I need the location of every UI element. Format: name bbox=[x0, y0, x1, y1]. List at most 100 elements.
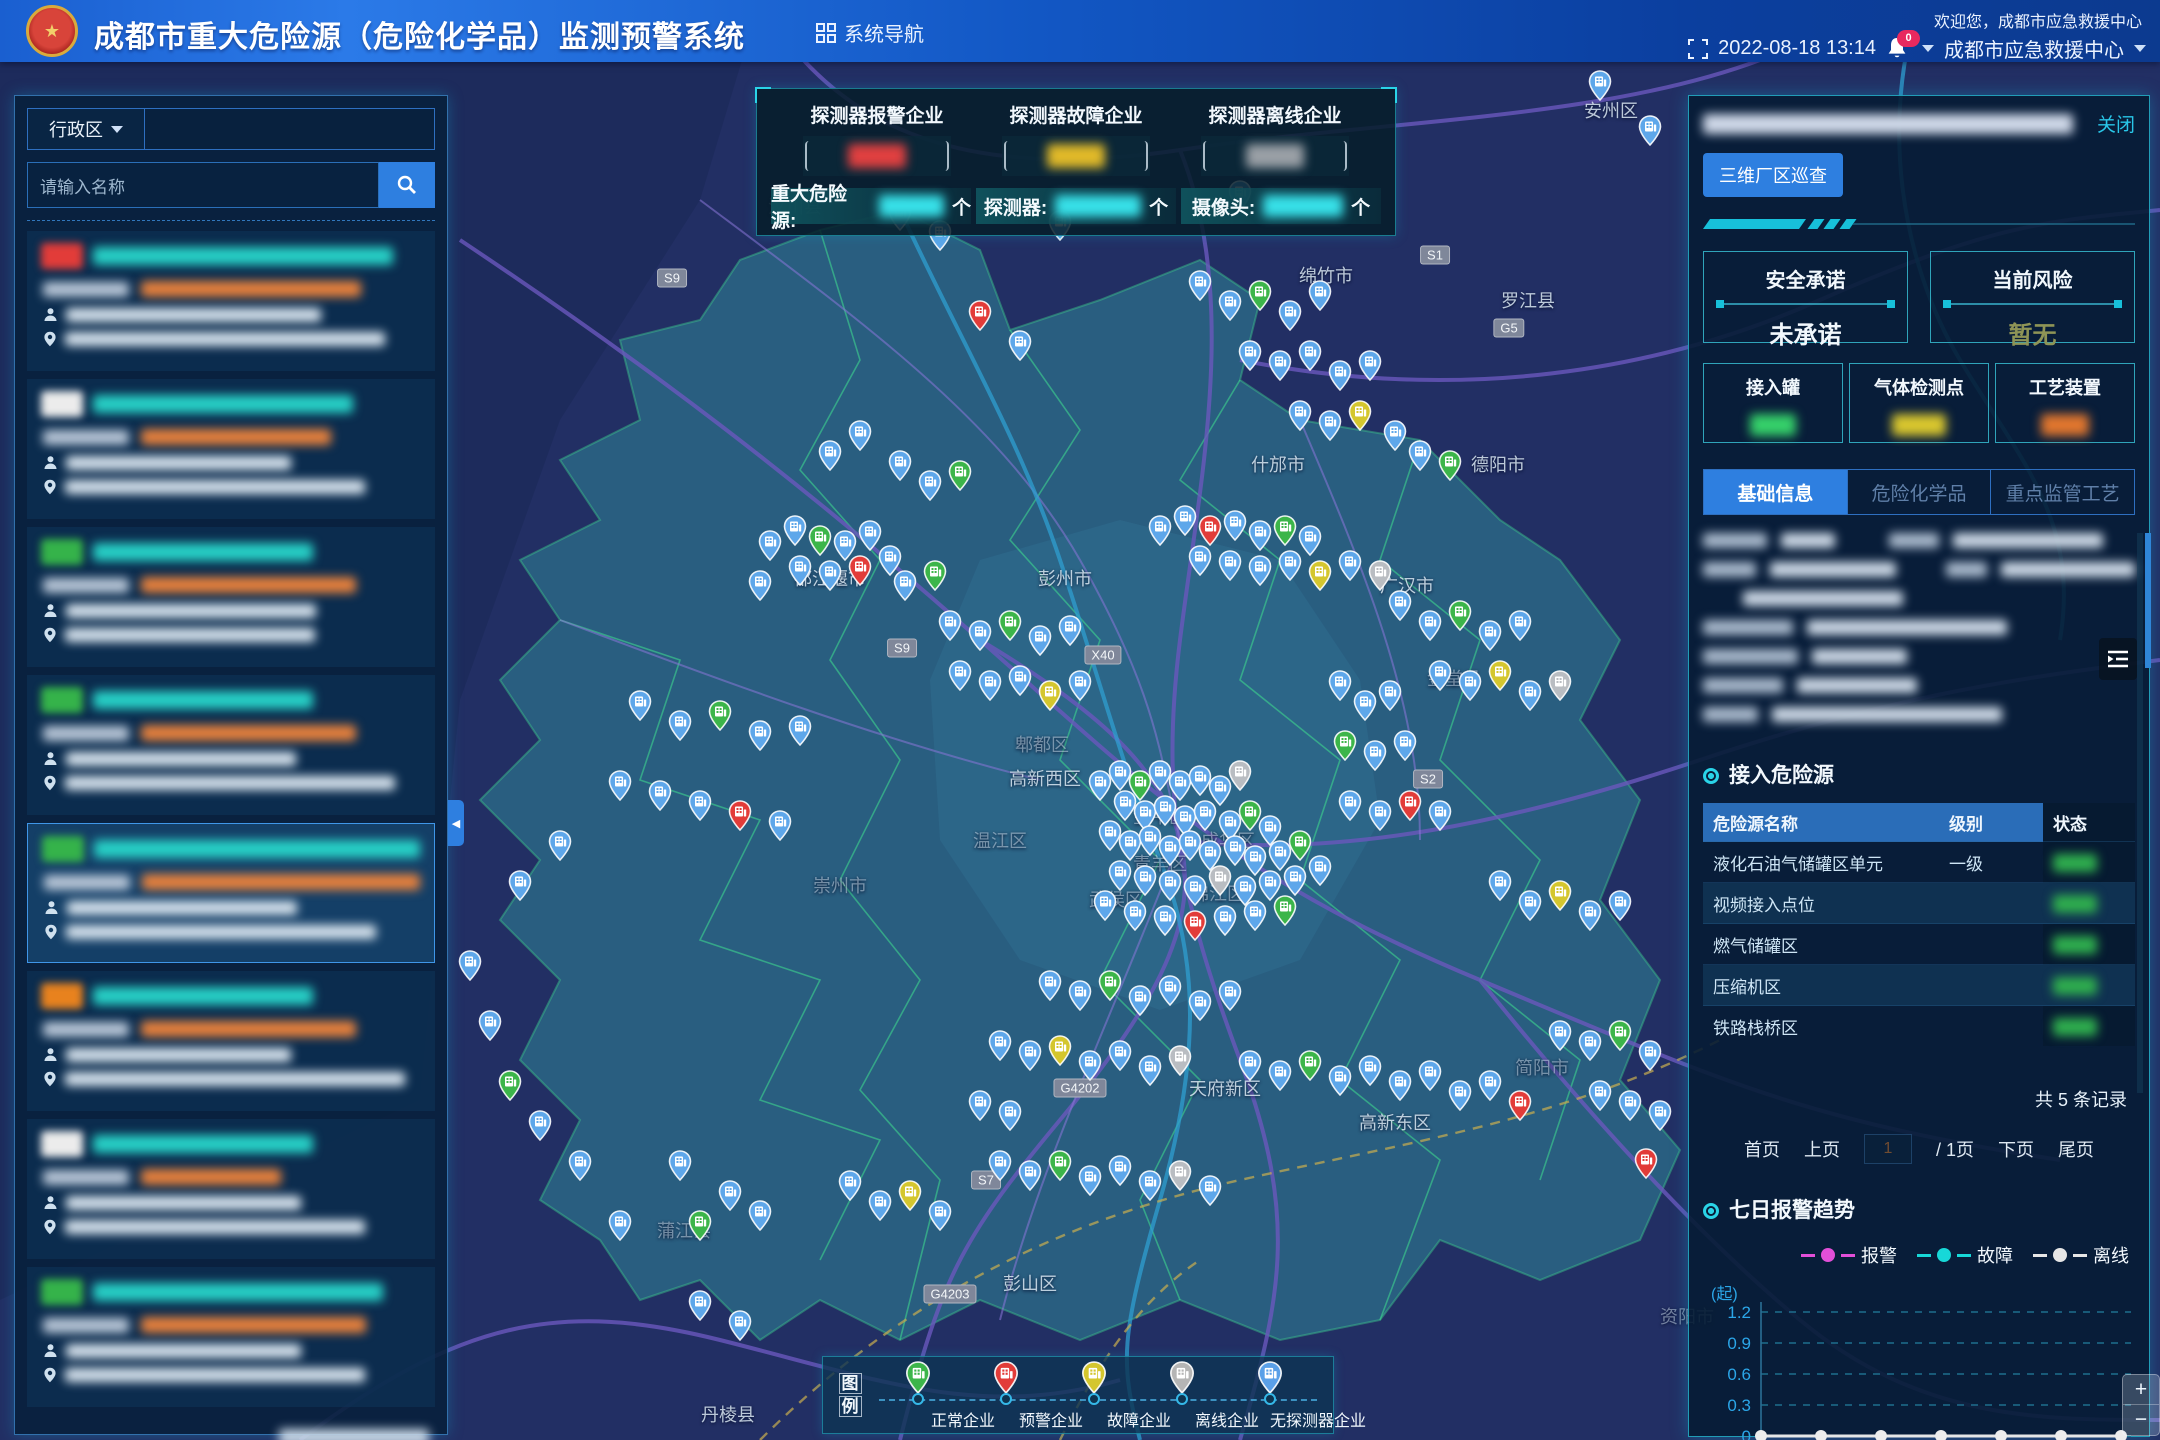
map-marker[interactable] bbox=[1367, 800, 1393, 837]
zoom-in-button[interactable]: + bbox=[2123, 1375, 2159, 1405]
map-marker[interactable] bbox=[1187, 270, 1213, 307]
tab-危险化学品[interactable]: 危险化学品 bbox=[1848, 470, 1992, 514]
pagination-prev[interactable]: 上页 bbox=[1804, 1136, 1840, 1162]
map-marker[interactable] bbox=[1587, 1080, 1613, 1117]
bell-caret-icon[interactable] bbox=[1922, 45, 1934, 52]
map-marker[interactable] bbox=[1547, 1020, 1573, 1057]
map-marker[interactable] bbox=[847, 555, 873, 592]
map-marker[interactable] bbox=[1307, 855, 1333, 892]
map-marker[interactable] bbox=[787, 555, 813, 592]
map-marker[interactable] bbox=[1187, 990, 1213, 1027]
map-marker[interactable] bbox=[1207, 865, 1233, 902]
search-button[interactable] bbox=[379, 162, 435, 208]
map-marker[interactable] bbox=[847, 420, 873, 457]
map-marker[interactable] bbox=[1037, 970, 1063, 1007]
company-card[interactable] bbox=[27, 1267, 435, 1407]
map-marker[interactable] bbox=[1607, 1020, 1633, 1057]
map-marker[interactable] bbox=[1297, 340, 1323, 377]
map-marker[interactable] bbox=[1157, 870, 1183, 907]
map-marker[interactable] bbox=[1017, 1160, 1043, 1197]
chart-legend-item[interactable]: 离线 bbox=[2033, 1242, 2129, 1268]
map-marker[interactable] bbox=[1397, 790, 1423, 827]
company-card[interactable] bbox=[27, 231, 435, 371]
map-marker[interactable] bbox=[1327, 1065, 1353, 1102]
map-marker[interactable] bbox=[1447, 1080, 1473, 1117]
map-marker[interactable] bbox=[1637, 1040, 1663, 1077]
map-marker[interactable] bbox=[1222, 510, 1248, 547]
current-user[interactable]: 成都市应急救援中心 bbox=[1944, 34, 2124, 63]
map-marker[interactable] bbox=[1027, 625, 1053, 662]
map-marker[interactable] bbox=[1417, 1060, 1443, 1097]
map-marker[interactable] bbox=[1517, 890, 1543, 927]
map-marker[interactable] bbox=[707, 700, 733, 737]
map-marker[interactable] bbox=[1077, 1050, 1103, 1087]
map-marker[interactable] bbox=[1437, 450, 1463, 487]
map-marker[interactable] bbox=[687, 1290, 713, 1327]
map-marker[interactable] bbox=[1347, 400, 1373, 437]
map-marker[interactable] bbox=[1357, 350, 1383, 387]
map-marker[interactable] bbox=[1487, 660, 1513, 697]
map-marker[interactable] bbox=[607, 1210, 633, 1247]
map-marker[interactable] bbox=[747, 1200, 773, 1237]
map-marker[interactable] bbox=[1137, 1055, 1163, 1092]
map-marker[interactable] bbox=[1212, 905, 1238, 942]
map-marker[interactable] bbox=[1187, 545, 1213, 582]
map-marker[interactable] bbox=[1507, 610, 1533, 647]
map-marker[interactable] bbox=[1007, 330, 1033, 367]
map-marker[interactable] bbox=[1237, 1050, 1263, 1087]
map-marker[interactable] bbox=[1017, 1040, 1043, 1077]
map-marker[interactable] bbox=[1607, 890, 1633, 927]
map-marker[interactable] bbox=[782, 515, 808, 552]
map-marker[interactable] bbox=[1332, 730, 1358, 767]
map-marker[interactable] bbox=[1167, 1160, 1193, 1197]
map-marker[interactable] bbox=[1517, 680, 1543, 717]
map-marker[interactable] bbox=[892, 570, 918, 607]
notification-bell[interactable]: 0 bbox=[1886, 36, 1912, 62]
scrollbar-thumb[interactable] bbox=[2145, 533, 2151, 668]
map-marker[interactable] bbox=[1242, 900, 1268, 937]
map-marker[interactable] bbox=[1147, 515, 1173, 552]
map-marker[interactable] bbox=[817, 440, 843, 477]
fullscreen-icon[interactable] bbox=[1688, 39, 1708, 59]
map-marker[interactable] bbox=[747, 720, 773, 757]
map-marker[interactable] bbox=[1547, 670, 1573, 707]
map-marker[interactable] bbox=[1247, 280, 1273, 317]
map-marker[interactable] bbox=[687, 1210, 713, 1247]
map-marker[interactable] bbox=[837, 1170, 863, 1207]
panel-toggle-button[interactable] bbox=[2099, 638, 2137, 680]
map-marker[interactable] bbox=[1182, 875, 1208, 912]
map-marker[interactable] bbox=[1047, 1035, 1073, 1072]
map-marker[interactable] bbox=[1067, 980, 1093, 1017]
map-marker[interactable] bbox=[507, 870, 533, 907]
map-marker[interactable] bbox=[1617, 1090, 1643, 1127]
map-marker[interactable] bbox=[1382, 420, 1408, 457]
map-marker[interactable] bbox=[1267, 1060, 1293, 1097]
company-card[interactable] bbox=[27, 527, 435, 667]
map-marker[interactable] bbox=[1152, 905, 1178, 942]
chart-legend-item[interactable]: 报警 bbox=[1801, 1242, 1897, 1268]
map-marker[interactable] bbox=[1007, 665, 1033, 702]
map-marker[interactable] bbox=[987, 1030, 1013, 1067]
map-marker[interactable] bbox=[997, 1100, 1023, 1137]
map-marker[interactable] bbox=[787, 715, 813, 752]
map-marker[interactable] bbox=[1307, 560, 1333, 597]
map-marker[interactable] bbox=[1107, 1155, 1133, 1192]
map-marker[interactable] bbox=[627, 690, 653, 727]
pagination-last[interactable]: 尾页 bbox=[2058, 1136, 2094, 1162]
map-marker[interactable] bbox=[947, 660, 973, 697]
map-marker[interactable] bbox=[1182, 910, 1208, 947]
map-marker[interactable] bbox=[1247, 520, 1273, 557]
map-marker[interactable] bbox=[1277, 300, 1303, 337]
map-marker[interactable] bbox=[1067, 670, 1093, 707]
map-marker[interactable] bbox=[687, 790, 713, 827]
map-marker[interactable] bbox=[1107, 1040, 1133, 1077]
map-marker[interactable] bbox=[1577, 900, 1603, 937]
map-marker[interactable] bbox=[1352, 690, 1378, 727]
map-marker[interactable] bbox=[547, 830, 573, 867]
close-button[interactable]: 关闭 bbox=[2097, 110, 2135, 137]
map-marker[interactable] bbox=[1407, 440, 1433, 477]
map-marker[interactable] bbox=[1267, 350, 1293, 387]
map-marker[interactable] bbox=[997, 610, 1023, 647]
map-marker[interactable] bbox=[1307, 280, 1333, 317]
map-marker[interactable] bbox=[1447, 600, 1473, 637]
